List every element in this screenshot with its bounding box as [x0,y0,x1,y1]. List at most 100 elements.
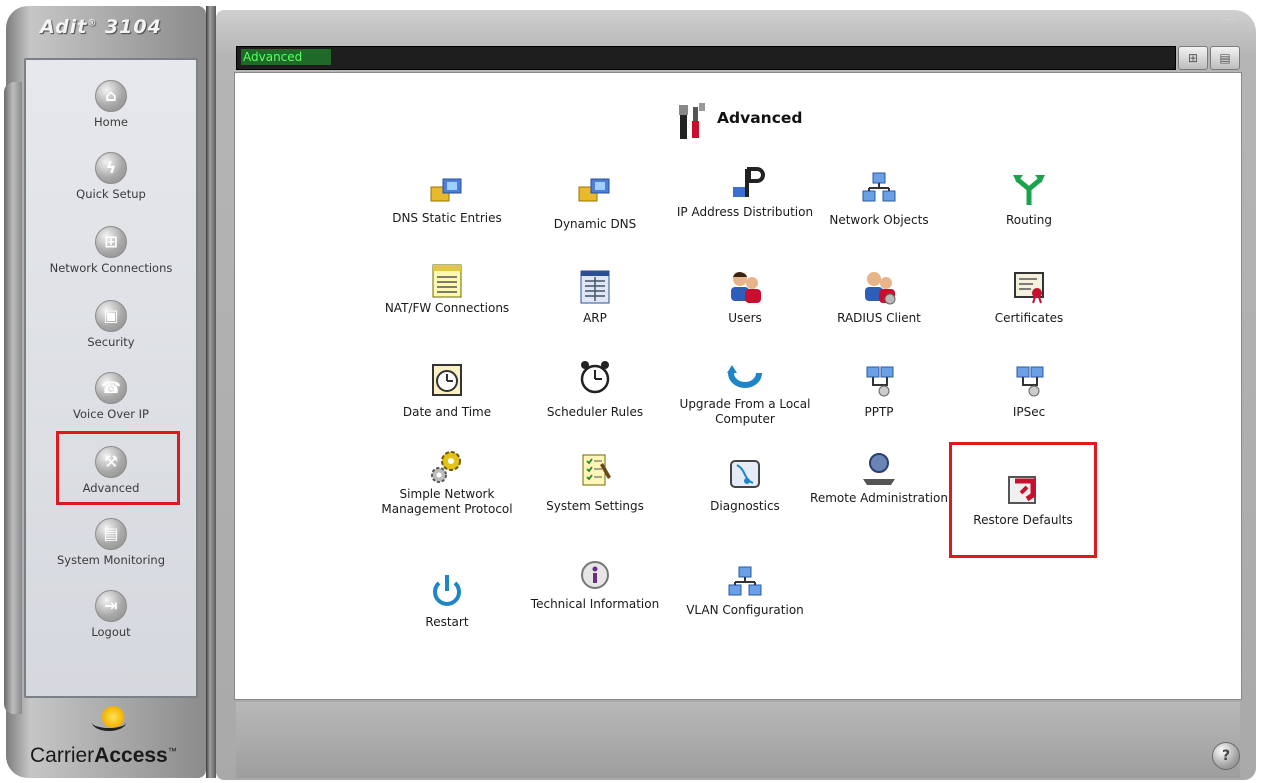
tile-label: Simple Network Management Protocol [381,487,513,516]
clock-icon [432,364,462,396]
tile-label: RADIUS Client [837,311,921,325]
tile-system-settings[interactable]: System Settings [525,453,665,514]
tile-radius-client[interactable]: RADIUS Client [809,269,949,326]
title-bar: Advanced [236,46,1176,70]
lock-icon: ▣ [95,300,127,332]
nat-table-icon [432,264,462,298]
sidebar-item-label: Voice Over IP [73,407,149,421]
tile-dynamic-dns[interactable]: Dynamic DNS [525,173,665,232]
content-panel: Advanced DNS Static Entries Dynamic DNS … [234,72,1242,700]
home-icon: ⌂ [95,80,127,112]
grip-dots-icon: ∴∴ [1222,14,1236,24]
tile-label: Scheduler Rules [546,405,644,419]
routing-arrow-icon [1013,175,1045,205]
info-icon [581,561,609,589]
tile-certificates[interactable]: Certificates [959,269,1099,326]
sidebar-item-home[interactable]: ⌂ Home [26,80,196,129]
tile-technical-information[interactable]: Technical Information [525,559,665,612]
sidebar-item-voice-over-ip[interactable]: ☎ Voice Over IP [26,372,196,421]
power-icon [433,575,461,606]
tile-label: Dynamic DNS [553,217,637,231]
network-icon: ⊞ [95,226,127,258]
logo-text: CarrierAccess™ [30,744,177,768]
tile-label: Network Objects [829,213,929,227]
tile-label: Diagnostics [710,499,780,513]
bottom-bar [236,702,1240,778]
tile-label: Date and Time [402,405,492,419]
tile-label: VLAN Configuration [686,603,804,617]
phone-icon: ☎ [95,372,127,404]
logo-text-light: Carrier [30,744,95,767]
tile-restart[interactable]: Restart [377,573,517,630]
sidebar-item-quick-setup[interactable]: ϟ Quick Setup [26,152,196,201]
sidebar-item-label: Logout [91,625,131,639]
tile-label: Users [728,311,762,325]
ipsec-icon [1016,366,1044,397]
logo-trademark: ™ [167,746,177,756]
pptp-icon [866,366,894,397]
help-button[interactable]: ? [1212,742,1240,770]
tile-scheduler-rules[interactable]: Scheduler Rules [525,359,665,420]
users-icon [731,271,761,303]
sidebar-item-label: Network Connections [49,261,173,275]
tile-vlan-configuration[interactable]: VLAN Configuration [675,565,815,618]
tile-label: IP Address Distribution [676,205,814,219]
vlan-icon [728,566,762,596]
sidebar-item-network-connections[interactable]: ⊞ Network Connections [26,226,196,275]
brand-mark: ® [87,18,98,29]
remote-admin-icon [863,453,895,485]
tile-ipsec[interactable]: IPSec [959,363,1099,420]
sidebar-rail [4,82,22,714]
sidebar-selection-highlight [56,431,180,505]
radius-users-icon [865,272,896,305]
sidebar-nav: ⌂ Home ϟ Quick Setup ⊞ Network Connectio… [24,58,198,698]
upgrade-arrow-icon [727,365,762,388]
title-bar-label: Advanced [241,49,331,65]
tile-dns-static-entries[interactable]: DNS Static Entries [377,173,517,226]
tile-label: IPSec [1012,405,1046,419]
sidebar-item-logout[interactable]: ⇥ Logout [26,590,196,639]
dynamic-dns-icon [578,178,610,202]
sidebar-item-system-monitoring[interactable]: ▤ System Monitoring [26,518,196,567]
tile-label: Technical Information [530,597,660,611]
arp-table-icon [580,270,610,304]
tile-arp[interactable]: ARP [525,269,665,326]
tile-ip-address-distribution[interactable]: IP Address Distribution [675,167,815,220]
tile-routing[interactable]: Routing [959,171,1099,228]
tools-icon [679,103,705,139]
tile-label: System Settings [546,499,644,513]
sitemap-icon[interactable]: ⊞ [1178,46,1208,70]
tile-users[interactable]: Users [675,269,815,326]
page-view-icon[interactable]: ▤ [1210,46,1240,70]
certificate-icon [1014,272,1044,304]
diagnostics-icon [730,460,760,488]
sidebar-item-label: System Monitoring [56,553,166,567]
monitor-icon: ▤ [95,518,127,550]
tile-label: PPTP [864,405,894,419]
frame-divider [206,6,216,778]
page-title: Advanced [717,109,803,127]
tile-simple-network-management-protocol[interactable]: Simple Network Management Protocol [377,449,517,517]
dns-computers-icon [430,178,462,202]
tile-diagnostics[interactable]: Diagnostics [675,457,815,514]
sidebar-item-label: Security [87,335,135,349]
tile-pptp[interactable]: PPTP [809,363,949,420]
tile-network-objects[interactable]: Network Objects [809,171,949,228]
brand-model: 3104 [104,16,162,38]
tile-label: Restart [425,615,469,629]
restore-defaults-highlight [949,442,1097,558]
tile-date-and-time[interactable]: Date and Time [377,363,517,420]
tile-upgrade-from-a-local-computer[interactable]: Upgrade From a Local Computer [675,359,815,427]
ip-plug-icon [733,167,765,197]
lightning-icon: ϟ [95,152,127,184]
tile-remote-administration[interactable]: Remote Administration [809,451,949,506]
tile-nat-fw-connections[interactable]: NAT/FW Connections [377,263,517,316]
logo-text-bold: Access [94,744,168,767]
gears-icon [431,451,461,483]
carrier-access-logo: CarrierAccess™ [24,700,194,780]
logout-icon: ⇥ [95,590,127,622]
tile-label: ARP [583,311,607,325]
alarm-clock-icon [580,361,610,394]
checklist-icon [582,454,611,486]
sidebar-item-security[interactable]: ▣ Security [26,300,196,349]
